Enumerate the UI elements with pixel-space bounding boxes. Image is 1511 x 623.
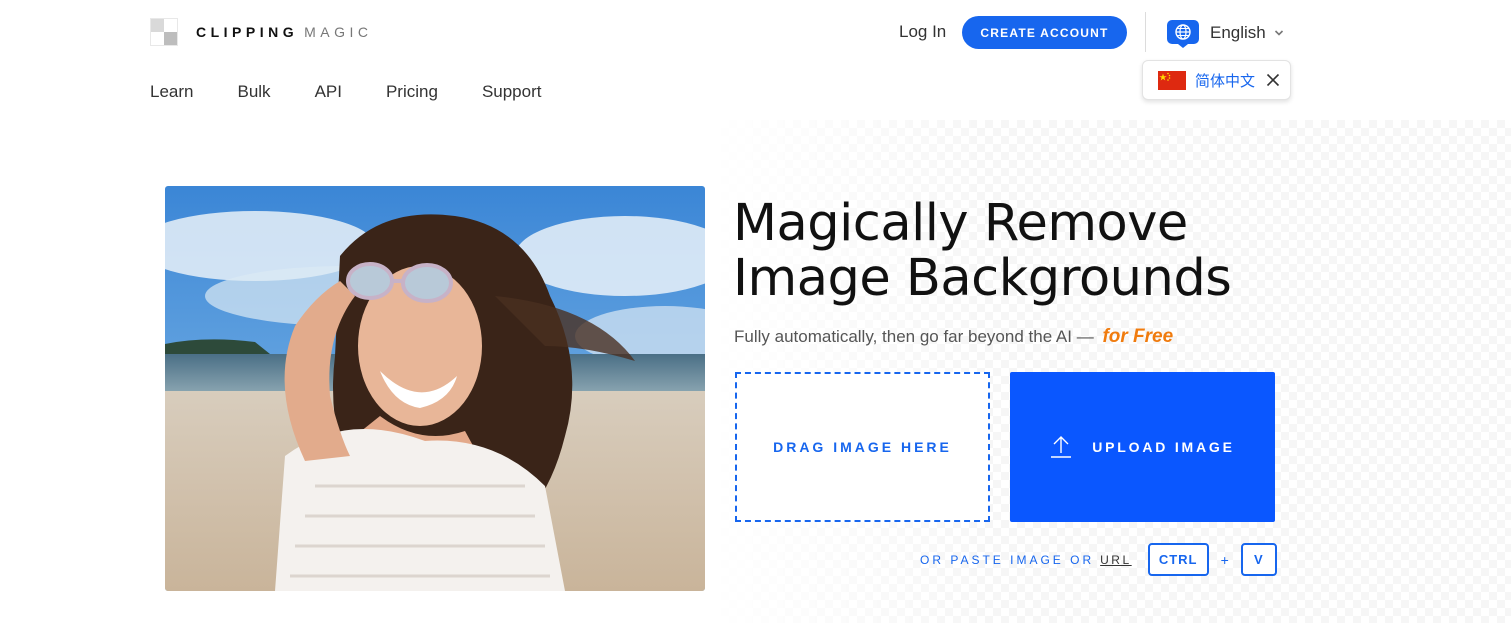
main-nav: Learn Bulk API Pricing Support [150, 82, 585, 102]
create-account-button[interactable]: CREATE ACCOUNT [962, 16, 1127, 49]
nav-support[interactable]: Support [482, 82, 542, 102]
hero-subline: Fully automatically, then go far beyond … [734, 326, 1173, 348]
language-suggestion-popup[interactable]: 简体中文 [1142, 60, 1291, 100]
headline-line-2: Image Backgrounds [733, 249, 1232, 308]
brand-logo[interactable]: CLIPPING MAGIC [150, 18, 373, 46]
login-link[interactable]: Log In [899, 22, 946, 42]
close-icon[interactable] [1266, 73, 1280, 87]
brand-name-light: MAGIC [304, 24, 373, 40]
nav-api[interactable]: API [315, 82, 342, 102]
globe-icon [1167, 20, 1199, 48]
header-divider [1145, 12, 1146, 52]
logo-mark-icon [150, 18, 180, 46]
hero-photo [165, 186, 705, 591]
upload-label: UPLOAD IMAGE [1092, 439, 1235, 455]
brand-name-bold: CLIPPING [196, 24, 299, 40]
v-key: V [1240, 543, 1277, 576]
upload-image-button[interactable]: UPLOAD IMAGE [1010, 372, 1275, 522]
language-suggestion-label[interactable]: 简体中文 [1195, 70, 1255, 91]
language-label: English [1210, 23, 1266, 42]
brand-name: CLIPPING MAGIC [196, 24, 373, 40]
nav-pricing[interactable]: Pricing [386, 82, 438, 102]
nav-bulk[interactable]: Bulk [237, 82, 270, 102]
hero-headline: Magically Remove Image Backgrounds [733, 196, 1293, 306]
china-flag-icon [1158, 70, 1186, 90]
paste-url-link[interactable]: URL [1100, 553, 1132, 567]
language-selector[interactable]: English [1166, 18, 1284, 48]
chevron-down-icon [1274, 30, 1283, 36]
drag-drop-zone[interactable]: DRAG IMAGE HERE [735, 372, 990, 522]
paste-text: OR PASTE IMAGE OR [920, 552, 1095, 567]
paste-hint: OR PASTE IMAGE OR URL CTRL + V [920, 543, 1277, 576]
drag-label: DRAG IMAGE HERE [773, 439, 952, 455]
nav-learn[interactable]: Learn [150, 82, 193, 102]
upload-icon [1051, 436, 1072, 458]
subline-emphasis: for Free [1102, 326, 1174, 347]
ctrl-key: CTRL [1147, 543, 1209, 576]
plus-sign: + [1220, 551, 1229, 568]
headline-line-1: Magically Remove [733, 194, 1188, 253]
subline-text: Fully automatically, then go far beyond … [734, 327, 1094, 346]
